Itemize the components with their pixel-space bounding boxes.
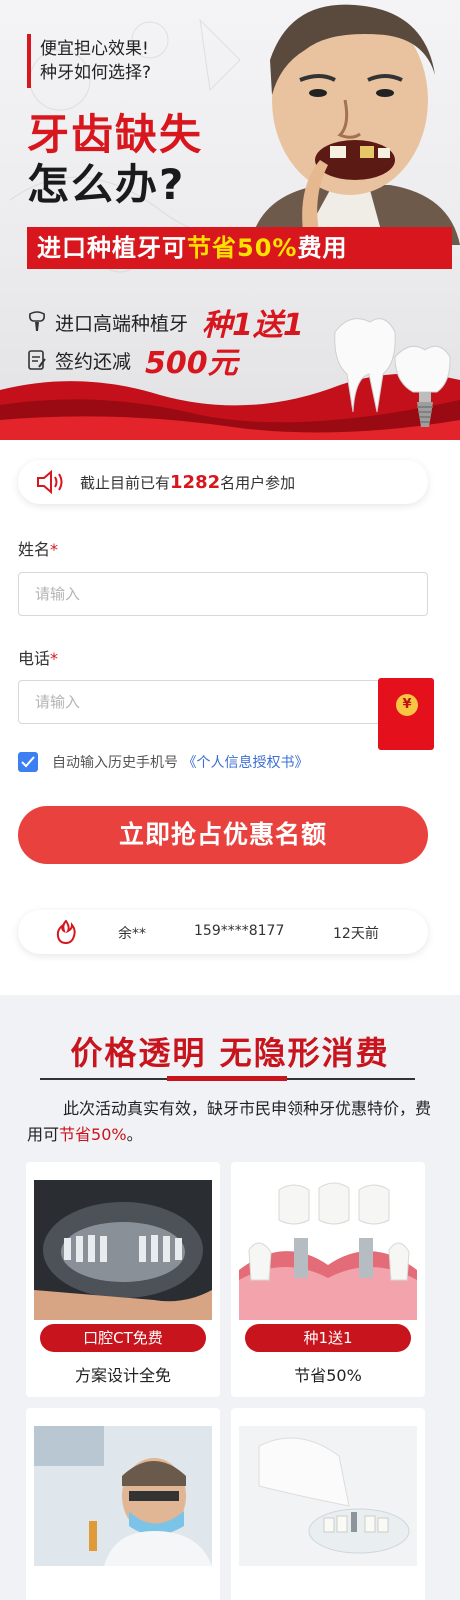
participant-count: 1282 <box>170 471 221 493</box>
desc-highlight: 节省50% <box>59 1125 127 1144</box>
signup-phone: 159****8177 <box>194 923 285 939</box>
recent-signup-ticker: 余** 159****8177 12天前 <box>18 910 428 954</box>
card-1-pill: 口腔CT免费 <box>40 1324 206 1352</box>
fire-icon <box>56 920 76 944</box>
participant-notice: 截止目前已有1282名用户参加 <box>18 460 428 504</box>
dental-xray-image <box>34 1180 212 1320</box>
promo-card-doctor[interactable] <box>26 1408 220 1600</box>
required-mark: * <box>50 649 59 668</box>
notice-text: 截止目前已有1282名用户参加 <box>80 472 295 493</box>
notice-suffix: 名用户参加 <box>220 473 296 492</box>
phone-input[interactable] <box>18 680 428 724</box>
promo-description: 此次活动真实有效，缺牙市民申领种牙优惠特价，费用可节省50%。 <box>27 1096 437 1148</box>
name-label: 姓名* <box>18 536 58 560</box>
tooth-implant-icon <box>29 311 45 331</box>
card-2-pill: 种1送1 <box>245 1324 411 1352</box>
banner-prefix: 进口种植牙可 <box>37 234 187 262</box>
autofill-label: 自动输入历史手机号 <box>52 755 178 771</box>
banner-suffix: 费用 <box>297 234 348 262</box>
question-line-2: 种牙如何选择? <box>40 63 152 83</box>
required-mark: * <box>50 540 59 559</box>
promo-title: 价格透明 无隐形消费 <box>70 1034 390 1072</box>
hero-title-line-1: 牙齿缺失 <box>27 110 204 159</box>
question-line-1: 便宜担心效果! <box>40 39 149 59</box>
dentist-photo <box>34 1426 212 1566</box>
signup-name: 余** <box>118 926 146 942</box>
promo-card-model[interactable] <box>231 1408 425 1600</box>
promo-card-ct[interactable]: 口腔CT免费 方案设计全免 <box>26 1162 220 1397</box>
offer-1-text: 进口高端种植牙 <box>55 312 189 335</box>
name-input[interactable] <box>18 572 428 616</box>
phone-label: 电话* <box>18 645 58 669</box>
implant-model-image <box>239 1180 417 1320</box>
autofill-checkbox[interactable] <box>18 752 38 772</box>
phone-label-text: 电话 <box>18 649 51 668</box>
card-1-subtitle: 方案设计全免 <box>74 1366 171 1385</box>
red-envelope-button[interactable]: ¥ <box>378 678 434 750</box>
checkmark-icon <box>21 756 35 768</box>
signup-time: 12天前 <box>333 926 379 942</box>
privacy-authorization-link[interactable]: 《个人信息授权书》 <box>182 755 308 771</box>
hero-banner: 便宜担心效果! 种牙如何选择? 牙齿缺失 怎么办? 进口种植牙可节省50%费用 … <box>0 0 460 440</box>
notice-prefix: 截止目前已有 <box>80 473 171 492</box>
name-label-text: 姓名 <box>18 540 51 559</box>
tooth-implant-illustration <box>334 318 451 427</box>
dental-model-photo <box>239 1426 417 1566</box>
banner-highlight: 节省50% <box>187 234 298 262</box>
savings-banner: 进口种植牙可节省50%费用 <box>27 227 452 269</box>
title-divider-accent <box>167 1076 287 1081</box>
yuan-coin-icon: ¥ <box>396 694 418 716</box>
autofill-row: 自动输入历史手机号 《个人信息授权书》 <box>18 752 308 772</box>
promo-card-implant[interactable]: 种1送1 节省50% <box>231 1162 425 1397</box>
hero-title: 牙齿缺失 怎么办? <box>27 110 203 210</box>
hero-question: 便宜担心效果! 种牙如何选择? <box>40 37 151 85</box>
autofill-text: 自动输入历史手机号 《个人信息授权书》 <box>52 752 308 772</box>
elderly-man-illustration <box>250 4 460 245</box>
submit-button[interactable]: 立即抢占优惠名额 <box>18 806 428 864</box>
speaker-icon <box>37 470 63 494</box>
card-2-subtitle: 节省50% <box>294 1366 362 1385</box>
desc-suffix: 。 <box>126 1125 143 1144</box>
hero-title-line-2: 怎么办? <box>27 160 186 209</box>
question-accent-bar <box>27 34 31 88</box>
